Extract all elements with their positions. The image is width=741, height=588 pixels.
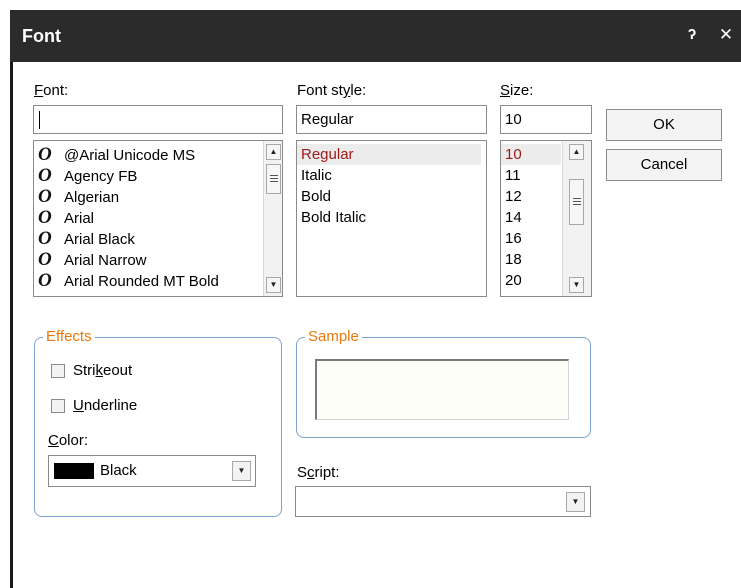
opentype-font-icon: O bbox=[38, 249, 52, 270]
scroll-up-icon[interactable]: ▲ bbox=[266, 144, 281, 160]
color-value: Black bbox=[100, 462, 137, 479]
font-label: Font: bbox=[34, 82, 69, 99]
font-list-item-label: Arial Narrow bbox=[64, 252, 147, 269]
size-label: Size: bbox=[500, 82, 534, 99]
underline-label[interactable]: Underline bbox=[73, 397, 137, 414]
font-style-label: Font style: bbox=[297, 82, 367, 99]
text-caret bbox=[39, 111, 40, 130]
color-label: Color: bbox=[48, 432, 89, 449]
font-style-input[interactable]: Regular bbox=[296, 105, 487, 134]
opentype-font-icon: O bbox=[38, 144, 52, 165]
opentype-font-icon: O bbox=[38, 207, 52, 228]
font-input[interactable] bbox=[33, 105, 283, 134]
sample-preview bbox=[315, 359, 569, 420]
scroll-down-icon[interactable]: ▼ bbox=[266, 277, 281, 293]
scroll-up-icon[interactable]: ▲ bbox=[569, 144, 584, 160]
size-list-item[interactable]: 11 bbox=[501, 165, 561, 186]
script-select[interactable]: ▼ bbox=[295, 486, 591, 517]
strikeout-checkbox[interactable] bbox=[51, 364, 65, 378]
opentype-font-icon: O bbox=[38, 270, 52, 291]
chevron-down-icon[interactable]: ▼ bbox=[232, 461, 251, 481]
font-style-list-item[interactable]: Regular bbox=[297, 144, 481, 165]
font-list-scrollbar[interactable]: ▲ ▼ bbox=[263, 141, 282, 296]
color-select[interactable]: Black ▼ bbox=[48, 455, 256, 487]
underline-checkbox[interactable] bbox=[51, 399, 65, 413]
font-listbox[interactable]: O @Arial Unicode MS O Agency FB O Algerian O Ar… bbox=[33, 140, 283, 297]
size-list-item[interactable]: 16 bbox=[501, 228, 561, 249]
color-swatch bbox=[54, 463, 94, 479]
font-style-listbox[interactable]: Regular Italic Bold Bold Italic bbox=[296, 140, 487, 297]
size-list-item[interactable]: 10 bbox=[501, 144, 561, 165]
font-list-item[interactable]: O Arial Black bbox=[34, 228, 282, 249]
cancel-button[interactable]: Cancel bbox=[606, 149, 722, 181]
size-list-scrollbar[interactable]: ▲ ▼ bbox=[562, 141, 591, 296]
font-list-item-label: Arial bbox=[64, 210, 95, 227]
chevron-down-icon[interactable]: ▼ bbox=[566, 492, 585, 512]
font-list-item[interactable]: O Arial Rounded MT Bold bbox=[34, 270, 282, 291]
font-style-list-item[interactable]: Italic bbox=[297, 165, 486, 186]
opentype-font-icon: O bbox=[38, 228, 52, 249]
scroll-thumb[interactable] bbox=[569, 179, 584, 225]
font-list-item-label: Arial Rounded MT Bold bbox=[64, 273, 219, 290]
font-list-item[interactable]: O Arial bbox=[34, 207, 282, 228]
font-list-item[interactable]: O Algerian bbox=[34, 186, 282, 207]
scroll-down-icon[interactable]: ▼ bbox=[569, 277, 584, 293]
strikeout-label[interactable]: Strikeout bbox=[73, 362, 132, 379]
close-icon[interactable]: ✕ bbox=[716, 24, 736, 46]
window-left-border bbox=[10, 62, 13, 588]
font-list-item-label: @Arial Unicode MS bbox=[64, 147, 196, 164]
font-list-item-label: Algerian bbox=[64, 189, 120, 206]
help-icon[interactable]: ʔ bbox=[682, 24, 702, 46]
font-list-item[interactable]: O @Arial Unicode MS bbox=[34, 144, 282, 165]
opentype-font-icon: O bbox=[38, 165, 52, 186]
font-list-item[interactable]: O Agency FB bbox=[34, 165, 282, 186]
size-listbox[interactable]: 10 11 12 14 16 18 20 ▲ ▼ bbox=[500, 140, 592, 297]
opentype-font-icon: O bbox=[38, 186, 52, 207]
size-list-item[interactable]: 18 bbox=[501, 249, 561, 270]
dialog-title: Font bbox=[22, 26, 61, 46]
scroll-thumb[interactable] bbox=[266, 164, 281, 194]
font-list-item-label: Arial Black bbox=[64, 231, 135, 248]
font-style-list-item[interactable]: Bold bbox=[297, 186, 486, 207]
title-bar[interactable]: Font ʔ ✕ bbox=[10, 10, 741, 62]
size-input[interactable]: 10 bbox=[500, 105, 592, 134]
font-list-item-label: Agency FB bbox=[64, 168, 138, 185]
effects-group: Effects bbox=[34, 327, 282, 517]
sample-title: Sample bbox=[305, 327, 362, 347]
size-list-item[interactable]: 14 bbox=[501, 207, 561, 228]
size-list-item[interactable]: 12 bbox=[501, 186, 561, 207]
font-style-list-item[interactable]: Bold Italic bbox=[297, 207, 486, 228]
effects-title: Effects bbox=[43, 327, 95, 347]
font-list-item[interactable]: O Arial Narrow bbox=[34, 249, 282, 270]
ok-button[interactable]: OK bbox=[606, 109, 722, 141]
size-list-item[interactable]: 20 bbox=[501, 270, 561, 291]
script-label: Script: bbox=[297, 464, 340, 481]
